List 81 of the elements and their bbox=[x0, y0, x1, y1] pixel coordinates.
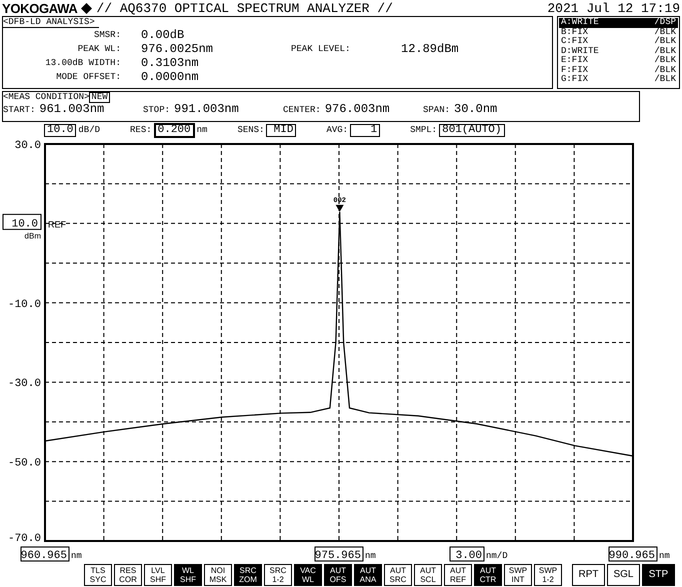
x-tick-unit: nm bbox=[365, 551, 376, 561]
condition-value: 30.0nm bbox=[454, 103, 498, 115]
ref-level-field[interactable]: 10.0 bbox=[2, 214, 42, 230]
panel-title: <MEAS CONDITION> bbox=[3, 93, 90, 102]
soft-key[interactable]: AUT SRC bbox=[384, 564, 412, 586]
y-tick-label: -10.0 bbox=[8, 298, 41, 311]
soft-key[interactable]: SRC 1-2 bbox=[264, 564, 292, 586]
trace-item[interactable]: G:FIX /BLK bbox=[559, 75, 678, 84]
soft-key[interactable]: SRC ZOM bbox=[234, 564, 262, 586]
setting-field[interactable]: 0.200 bbox=[154, 122, 195, 138]
analysis-value: 0.3103nm bbox=[140, 57, 200, 69]
trace-item[interactable]: B:FIX /BLK bbox=[559, 28, 678, 37]
analysis-value: 0.00dB bbox=[140, 29, 186, 41]
soft-key[interactable]: SGL bbox=[607, 564, 640, 586]
analysis-value: 12.89dBm bbox=[401, 43, 459, 55]
soft-key[interactable]: AUT CTR bbox=[474, 564, 502, 586]
soft-key[interactable]: RPT bbox=[572, 564, 605, 586]
trace-item[interactable]: A:WRITE /DSP bbox=[559, 18, 678, 28]
soft-key[interactable]: SWP INT bbox=[504, 564, 532, 586]
soft-key[interactable]: AUT REF bbox=[444, 564, 472, 586]
trace-item[interactable]: D:WRITE /BLK bbox=[559, 46, 678, 56]
x-tick-field[interactable]: 960.965 bbox=[20, 546, 70, 562]
analysis-label: PEAK WL: bbox=[76, 44, 121, 54]
setting-label: RES: bbox=[130, 126, 152, 134]
setting-unit: nm bbox=[196, 126, 208, 134]
analysis-label: MODE OFFSET: bbox=[55, 72, 121, 82]
condition-label: CENTER: bbox=[283, 106, 321, 115]
x-division-unit: nm/D bbox=[486, 551, 508, 561]
soft-key[interactable]: STP bbox=[642, 564, 675, 586]
setting-unit: dB/D bbox=[78, 126, 100, 134]
y-tick-label: -30.0 bbox=[8, 378, 41, 390]
x-tick-label: 975.965 bbox=[314, 550, 361, 562]
x-division-field[interactable]: 3.00 bbox=[450, 546, 484, 562]
y-tick-label: -70.0 bbox=[8, 533, 41, 545]
panel-title: <DFB-LD ANALYSIS> bbox=[3, 17, 99, 28]
setting-field[interactable]: 1 bbox=[350, 124, 380, 136]
condition-value: 976.003nm bbox=[324, 103, 390, 115]
x-tick-label: 990.965 bbox=[608, 550, 655, 562]
diamond-icon bbox=[81, 2, 92, 14]
soft-key[interactable]: AUT OFS bbox=[324, 564, 352, 586]
trace-item[interactable]: E:FIX /BLK bbox=[559, 56, 678, 66]
condition-label: SPAN: bbox=[423, 106, 450, 115]
setting-field[interactable]: 801(AUTO) bbox=[439, 124, 505, 136]
x-tick-unit: nm bbox=[659, 551, 670, 561]
x-tick-label: 960.965 bbox=[20, 550, 67, 562]
new-badge: NEW bbox=[89, 92, 110, 103]
y-tick-label: 30.0 bbox=[14, 140, 41, 152]
brand-logo: YOKOGAWA bbox=[2, 2, 78, 14]
soft-key[interactable]: VAC WL bbox=[294, 564, 322, 586]
condition-value: 961.003nm bbox=[39, 103, 104, 115]
soft-key[interactable]: RES COR bbox=[114, 564, 142, 586]
soft-key[interactable]: AUT ANA bbox=[354, 564, 382, 586]
setting-label: SENS: bbox=[237, 126, 264, 134]
window-title: // AQ6370 OPTICAL SPECTRUM ANALYZER // bbox=[96, 2, 393, 14]
trace-item[interactable]: C:FIX /BLK bbox=[559, 37, 678, 46]
trace-item[interactable]: F:FIX /BLK bbox=[559, 66, 678, 75]
soft-key[interactable]: TLS SYC bbox=[84, 564, 112, 586]
x-tick-field[interactable]: 990.965 bbox=[608, 546, 658, 562]
setting-field[interactable]: 10.0 bbox=[44, 124, 76, 136]
y-tick-label: -50.0 bbox=[8, 458, 41, 470]
soft-key[interactable]: NOI MSK bbox=[204, 564, 232, 586]
condition-label: START: bbox=[3, 106, 36, 115]
soft-key[interactable]: AUT SCL bbox=[414, 564, 442, 586]
analysis-label: 13.00dB WIDTH: bbox=[44, 58, 121, 68]
analysis-value: 0.0000nm bbox=[140, 71, 200, 83]
ref-unit: dBm bbox=[24, 231, 41, 240]
setting-field[interactable]: MID bbox=[266, 124, 296, 136]
setting-label: SMPL: bbox=[410, 126, 438, 134]
condition-label: STOP: bbox=[143, 106, 170, 115]
x-tick-field[interactable]: 975.965 bbox=[314, 546, 364, 562]
analysis-label: SMSR: bbox=[92, 30, 121, 40]
condition-value: 991.003nm bbox=[174, 103, 239, 115]
ref-label: REF bbox=[48, 219, 66, 230]
soft-key[interactable]: LVL SHF bbox=[144, 564, 172, 586]
date-time: 2021 Jul 12 17:19 bbox=[547, 2, 680, 14]
soft-key[interactable]: WL SHF bbox=[174, 564, 202, 586]
soft-key[interactable]: SWP 1-2 bbox=[534, 564, 562, 586]
analysis-label: PEAK LEVEL: bbox=[291, 44, 352, 54]
analysis-value: 976.0025nm bbox=[140, 43, 214, 55]
x-tick-unit: nm bbox=[71, 551, 82, 561]
setting-label: AVG: bbox=[326, 126, 348, 134]
